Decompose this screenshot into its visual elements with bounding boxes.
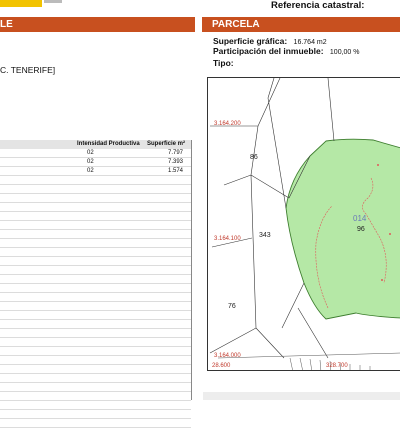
empty-table-row xyxy=(0,302,191,311)
intensidad-cell: 02 xyxy=(87,150,94,156)
empty-table-row xyxy=(0,194,191,203)
table-frame xyxy=(191,140,192,400)
empty-table-row xyxy=(0,401,191,410)
vertex-2 xyxy=(389,233,391,235)
coord-label: 3.164.000 xyxy=(214,353,241,359)
superficie-cell: 1.574 xyxy=(167,168,183,174)
table-row: 02 7.797 xyxy=(0,149,191,158)
empty-table-row xyxy=(0,257,191,266)
empty-table-row xyxy=(0,221,191,230)
empty-table-row xyxy=(0,275,191,284)
plot-number: 014 xyxy=(353,214,367,223)
table-row: 02 7.393 xyxy=(0,158,191,167)
parcela-section-header: PARCELA xyxy=(202,17,400,32)
vertex-3 xyxy=(381,279,383,281)
empty-table-row xyxy=(0,356,191,365)
superficie-row: Superficie gráfica: 16.764 m2 xyxy=(213,36,327,46)
empty-table-row xyxy=(0,329,191,338)
empty-table-row xyxy=(0,374,191,383)
coord-label: 328.700 xyxy=(326,363,348,369)
tipo-row: Tipo: xyxy=(213,58,234,68)
empty-table-row xyxy=(0,239,191,248)
empty-table-row xyxy=(0,293,191,302)
empty-table-row xyxy=(0,266,191,275)
bottom-strips xyxy=(217,352,400,370)
coord-label: 3.164.200 xyxy=(214,121,241,127)
empty-table-row xyxy=(0,320,191,329)
empty-table-row xyxy=(0,410,191,419)
cultivos-table: Intensidad Productiva Superficie m² 02 7.… xyxy=(0,140,191,428)
tipo-label: Tipo: xyxy=(213,58,234,68)
vertex-1 xyxy=(377,164,379,166)
empty-table-row xyxy=(0,176,191,185)
empty-table-row xyxy=(0,419,191,428)
empty-table-row xyxy=(0,248,191,257)
empty-table-row xyxy=(0,230,191,239)
parcel-label: 86 xyxy=(250,154,258,161)
left-section-header: LE xyxy=(0,17,195,32)
reference-label: Referencia catastral: xyxy=(271,0,365,11)
parcel-label: 343 xyxy=(259,232,271,239)
location-text: C. TENERIFE] xyxy=(0,65,56,75)
parcel-014-shape xyxy=(285,138,400,320)
table-header: Intensidad Productiva Superficie m² xyxy=(0,140,191,149)
coord-label: 28.600 xyxy=(212,363,231,369)
participacion-label: Participación del inmueble: xyxy=(213,46,324,56)
empty-table-row xyxy=(0,365,191,374)
superficie-cell: 7.393 xyxy=(167,159,183,165)
empty-table-row xyxy=(0,338,191,347)
empty-table-row xyxy=(0,212,191,221)
participacion-row: Participación del inmueble: 100,00 % xyxy=(213,46,360,56)
intensidad-cell: 02 xyxy=(87,159,94,165)
parcel-label: 96 xyxy=(357,226,365,233)
footer-bar xyxy=(203,392,400,400)
logo xyxy=(0,0,42,7)
empty-table-row xyxy=(0,203,191,212)
empty-table-row xyxy=(0,284,191,293)
header-intensidad: Intensidad Productiva xyxy=(77,141,140,147)
parcel-label: 76 xyxy=(228,303,236,310)
superficie-cell: 7.797 xyxy=(167,150,183,156)
superficie-label: Superficie gráfica: xyxy=(213,36,288,46)
empty-table-row xyxy=(0,311,191,320)
empty-table-row xyxy=(0,347,191,356)
empty-table-row xyxy=(0,185,191,194)
coord-label: 3.164.100 xyxy=(214,236,241,242)
superficie-value: 16.764 m2 xyxy=(293,39,327,46)
participacion-value: 100,00 % xyxy=(329,49,360,56)
header-superficie: Superficie m² xyxy=(147,141,186,147)
logo-subtitle xyxy=(44,0,62,3)
cadastral-map: 3.164.200 3.164.100 3.164.000 28.600 328… xyxy=(207,77,400,371)
table-row: 02 1.574 xyxy=(0,167,191,176)
empty-table-row xyxy=(0,383,191,392)
intensidad-cell: 02 xyxy=(87,168,94,174)
